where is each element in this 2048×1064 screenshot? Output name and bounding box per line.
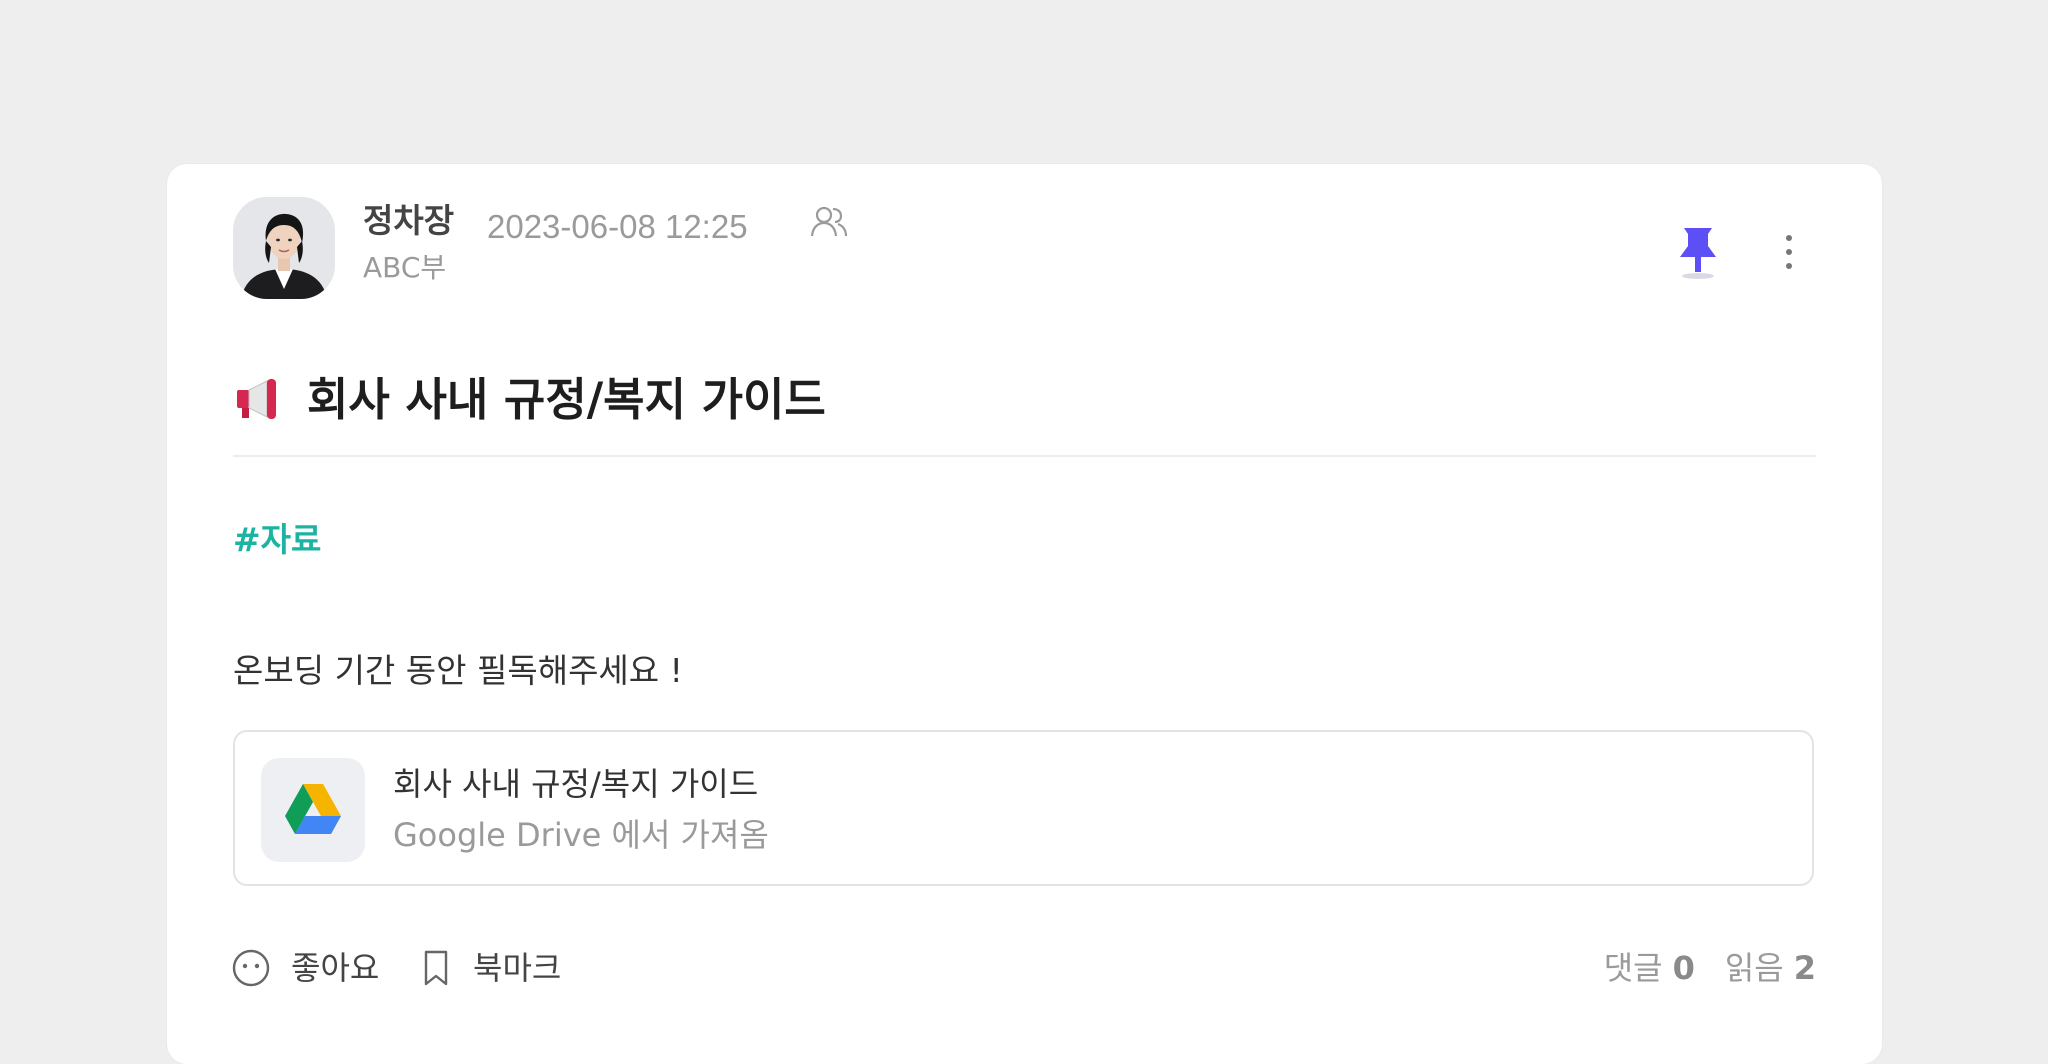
author-department: ABC부 bbox=[363, 251, 447, 284]
post-body: 온보딩 기간 동안 필독해주세요 ! bbox=[233, 651, 683, 690]
people-icon[interactable] bbox=[809, 202, 849, 242]
bookmark-label: 북마크 bbox=[473, 949, 562, 987]
post-title-row: 회사 사내 규정/복지 가이드 bbox=[233, 370, 826, 430]
title-divider bbox=[233, 455, 1816, 457]
author-avatar[interactable] bbox=[233, 197, 335, 299]
avatar-photo bbox=[233, 197, 335, 299]
reads-count: 2 bbox=[1793, 949, 1816, 987]
attachment-source: Google Drive 에서 가져옴 bbox=[393, 816, 769, 854]
megaphone-icon bbox=[237, 379, 276, 419]
smiley-icon bbox=[232, 949, 270, 987]
bookmark-button[interactable]: 북마크 bbox=[419, 946, 561, 990]
post-title: 회사 사내 규정/복지 가이드 bbox=[307, 373, 826, 426]
bookmark-icon bbox=[424, 950, 448, 986]
attachment-icon-box bbox=[261, 758, 365, 862]
post-card: 정차장 2023-06-08 12:25 ABC부 회사 사내 규정/복지 가이… bbox=[167, 164, 1882, 1064]
attachment-title: 회사 사내 규정/복지 가이드 bbox=[393, 765, 759, 803]
like-button[interactable]: 좋아요 bbox=[231, 946, 379, 990]
attachment-card[interactable]: 회사 사내 규정/복지 가이드 Google Drive 에서 가져옴 bbox=[233, 730, 1814, 886]
reads-label[interactable]: 읽음 bbox=[1725, 946, 1784, 990]
like-label: 좋아요 bbox=[291, 949, 380, 987]
author-name[interactable]: 정차장 bbox=[363, 200, 454, 242]
post-date: 2023-06-08 12:25 bbox=[487, 208, 748, 245]
google-drive-icon bbox=[285, 784, 341, 834]
more-vertical-icon[interactable] bbox=[1773, 226, 1805, 278]
comments-count: 0 bbox=[1672, 949, 1695, 987]
pin-icon[interactable] bbox=[1675, 224, 1721, 282]
hashtag[interactable]: #자료 bbox=[233, 518, 321, 562]
post-stats: 댓글 0 읽음 2 bbox=[1604, 946, 1816, 990]
comments-label[interactable]: 댓글 bbox=[1604, 946, 1663, 990]
